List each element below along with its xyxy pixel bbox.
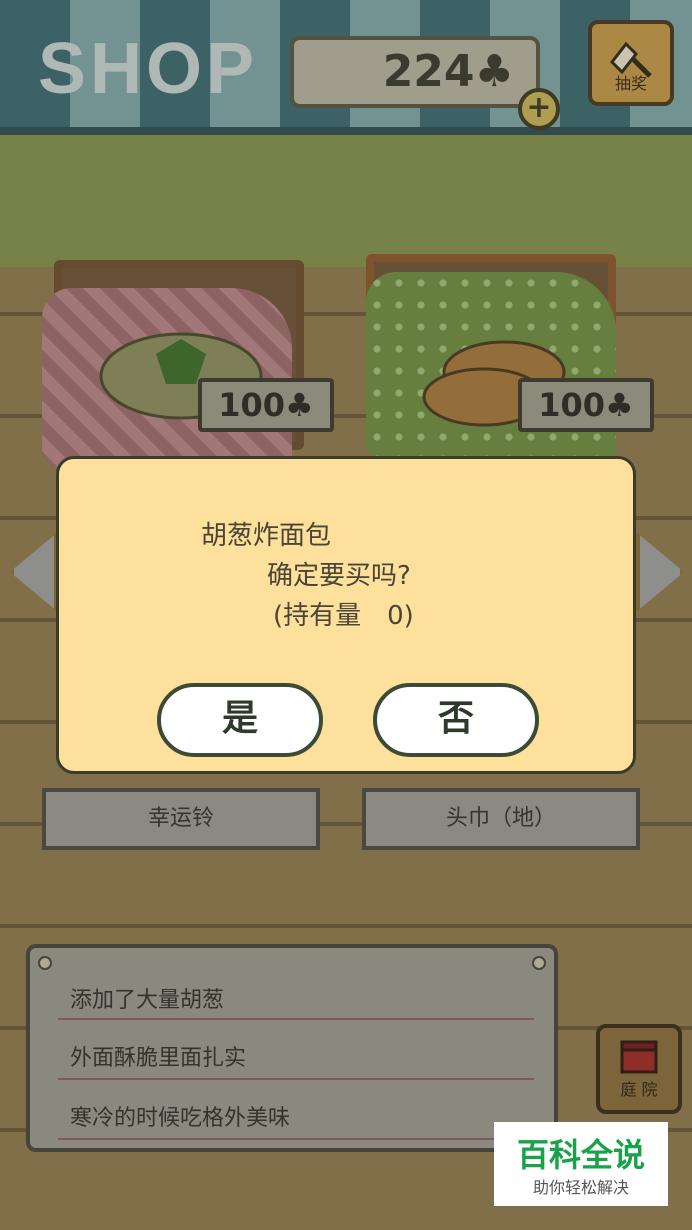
nail xyxy=(532,956,546,970)
lottery-button[interactable]: 抽奖 xyxy=(588,20,674,106)
price-tag-1: 100♣ xyxy=(198,378,334,432)
item-name-plate-2: 头巾（地） xyxy=(362,788,640,850)
description-line-3: 寒冷的时候吃格外美味 xyxy=(70,1106,291,1131)
yes-button[interactable]: 是 xyxy=(157,683,323,757)
clover-icon: ♣ xyxy=(474,46,514,97)
divider xyxy=(58,1018,534,1020)
owned-count: (持有量 0) xyxy=(273,601,414,631)
description-board: 添加了大量胡葱 外面酥脆里面扎实 寒冷的时候吃格外美味 xyxy=(26,944,558,1152)
confirm-question: 确定要买吗? xyxy=(267,561,411,591)
clover-icon: ♣ xyxy=(285,386,314,424)
coin-value: 224♣ xyxy=(382,46,514,97)
lottery-label: 抽奖 xyxy=(614,74,647,93)
divider xyxy=(58,1078,534,1080)
shop-title: SHOP xyxy=(38,29,259,109)
description-line-2: 外面酥脆里面扎实 xyxy=(70,1046,247,1071)
mailbox-icon xyxy=(620,1040,658,1074)
yard-label: 庭 院 xyxy=(620,1080,658,1099)
yard-button[interactable]: 庭 院 xyxy=(596,1024,682,1114)
nail xyxy=(38,956,52,970)
divider xyxy=(58,1138,534,1140)
no-button[interactable]: 否 xyxy=(373,683,539,757)
add-coins-button[interactable]: + xyxy=(518,88,560,130)
watermark-logo: 百科全说 助你轻松解决 xyxy=(494,1122,668,1206)
description-line-1: 添加了大量胡葱 xyxy=(70,988,225,1013)
watermark-subtitle: 助你轻松解决 xyxy=(532,1178,629,1197)
item-name: 胡葱炸面包 xyxy=(201,521,332,551)
coin-counter: 224♣ xyxy=(290,36,540,108)
clover-icon: ♣ xyxy=(605,386,634,424)
watermark-title: 百科全说 xyxy=(516,1136,645,1174)
purchase-confirm-dialog: 胡葱炸面包 确定要买吗? (持有量 0) 是 否 xyxy=(56,456,636,774)
price-tag-2: 100♣ xyxy=(518,378,654,432)
grass-band xyxy=(0,135,692,267)
item-name-plate-1: 幸运铃 xyxy=(42,788,320,850)
